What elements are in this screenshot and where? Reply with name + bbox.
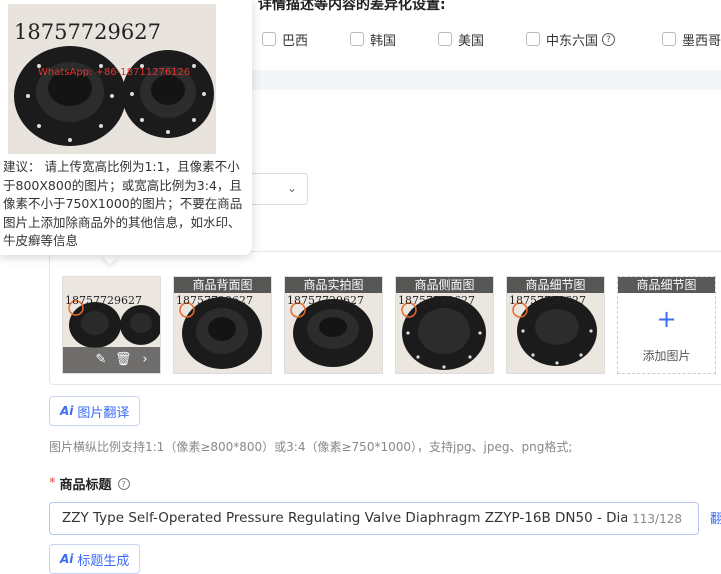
country-option-middle-east[interactable]: 中东六国 ? [526,29,616,49]
differentiation-settings-title: 详情描述等内容的差异化设置: [258,0,446,13]
country-label: 韩国 [370,33,397,49]
thumb-watermark: 18757729627 [65,294,142,307]
image-tile-detail[interactable]: 商品细节图 18757729627 [506,276,605,374]
add-image-tile[interactable]: 商品细节图 + 添加图片 [617,276,716,374]
help-icon[interactable]: ? [602,32,616,46]
image-translate-button[interactable]: Ai 图片翻译 [49,396,141,426]
thumb-watermark: 18757729627 [176,294,253,307]
tooltip-preview-image: 18757729627 WhatsApp: +86-18711276126 [8,4,216,154]
title-generate-button[interactable]: Ai 标题生成 [49,544,141,574]
add-image-label: 添加图片 [642,349,691,363]
image-tile-back[interactable]: 商品背面图 18757729627 [173,276,272,374]
country-option-korea[interactable]: 韩国 [350,29,396,49]
tile-label: 商品侧面图 [396,277,493,293]
translate-link[interactable]: 翻 [710,508,721,527]
chevron-right-icon[interactable]: › [137,352,153,368]
country-option-usa[interactable]: 美国 [438,29,484,49]
ai-icon: Ai [60,404,74,418]
image-tile-side[interactable]: 商品侧面图 18757729627 [395,276,494,374]
label-text: 商品标题 [59,478,112,493]
thumb-watermark: 18757729627 [287,294,364,307]
required-mark: * [49,476,56,491]
image-format-hint: 图片横纵比例支持1:1（像素≥800*800）或3:4（像素≥750*1000）… [49,440,573,454]
char-counter: 113/128 [632,512,682,526]
product-title-input[interactable]: ZZY Type Self-Operated Pressure Regulati… [49,502,699,535]
plus-icon[interactable]: + [618,307,715,331]
button-label: 标题生成 [77,553,130,569]
checkbox[interactable] [526,32,540,46]
image-guideline-tooltip: 18757729627 WhatsApp: +86-18711276126 建议… [0,0,252,255]
tile-toolbar: ✎ 🗑 › [63,347,160,373]
thumb-watermark: 18757729627 [398,294,475,307]
help-icon[interactable]: ? [117,477,130,490]
image-tile-main[interactable]: 18757729627 ✎ 🗑 › [62,276,161,374]
country-option-mexico[interactable]: 墨西哥 [662,29,721,49]
chevron-down-icon: ⌄ [286,181,297,195]
country-option-brazil[interactable]: 巴西 [262,29,308,49]
trash-icon[interactable]: 🗑 [115,352,132,368]
button-label: 图片翻译 [77,405,130,421]
checkbox[interactable] [350,32,364,46]
tile-label: 商品背面图 [174,277,271,293]
country-label: 墨西哥 [682,33,721,49]
edit-icon[interactable]: ✎ [93,352,109,368]
checkbox[interactable] [662,32,676,46]
checkbox[interactable] [438,32,452,46]
title-value[interactable]: ZZY Type Self-Operated Pressure Regulati… [62,510,627,526]
country-label: 中东六国 [546,33,599,49]
whatsapp-watermark: WhatsApp: +86-18711276126 [38,67,191,78]
tile-label: 商品细节图 [618,277,715,293]
product-title-label: * 商品标题 ? [49,474,130,493]
upload-guideline-text: 建议： 请上传宽高比例为1:1，且像素不小于800X800的图片；或宽高比例为3… [3,159,243,248]
checkbox[interactable] [262,32,276,46]
phone-watermark: 18757729627 [14,20,161,44]
tile-label: 商品细节图 [507,277,604,293]
country-label: 美国 [458,33,485,49]
country-label: 巴西 [282,33,309,49]
thumb-watermark: 18757729627 [509,294,586,307]
tile-label: 商品实拍图 [285,277,382,293]
image-tile-real-shot[interactable]: 商品实拍图 18757729627 [284,276,383,374]
